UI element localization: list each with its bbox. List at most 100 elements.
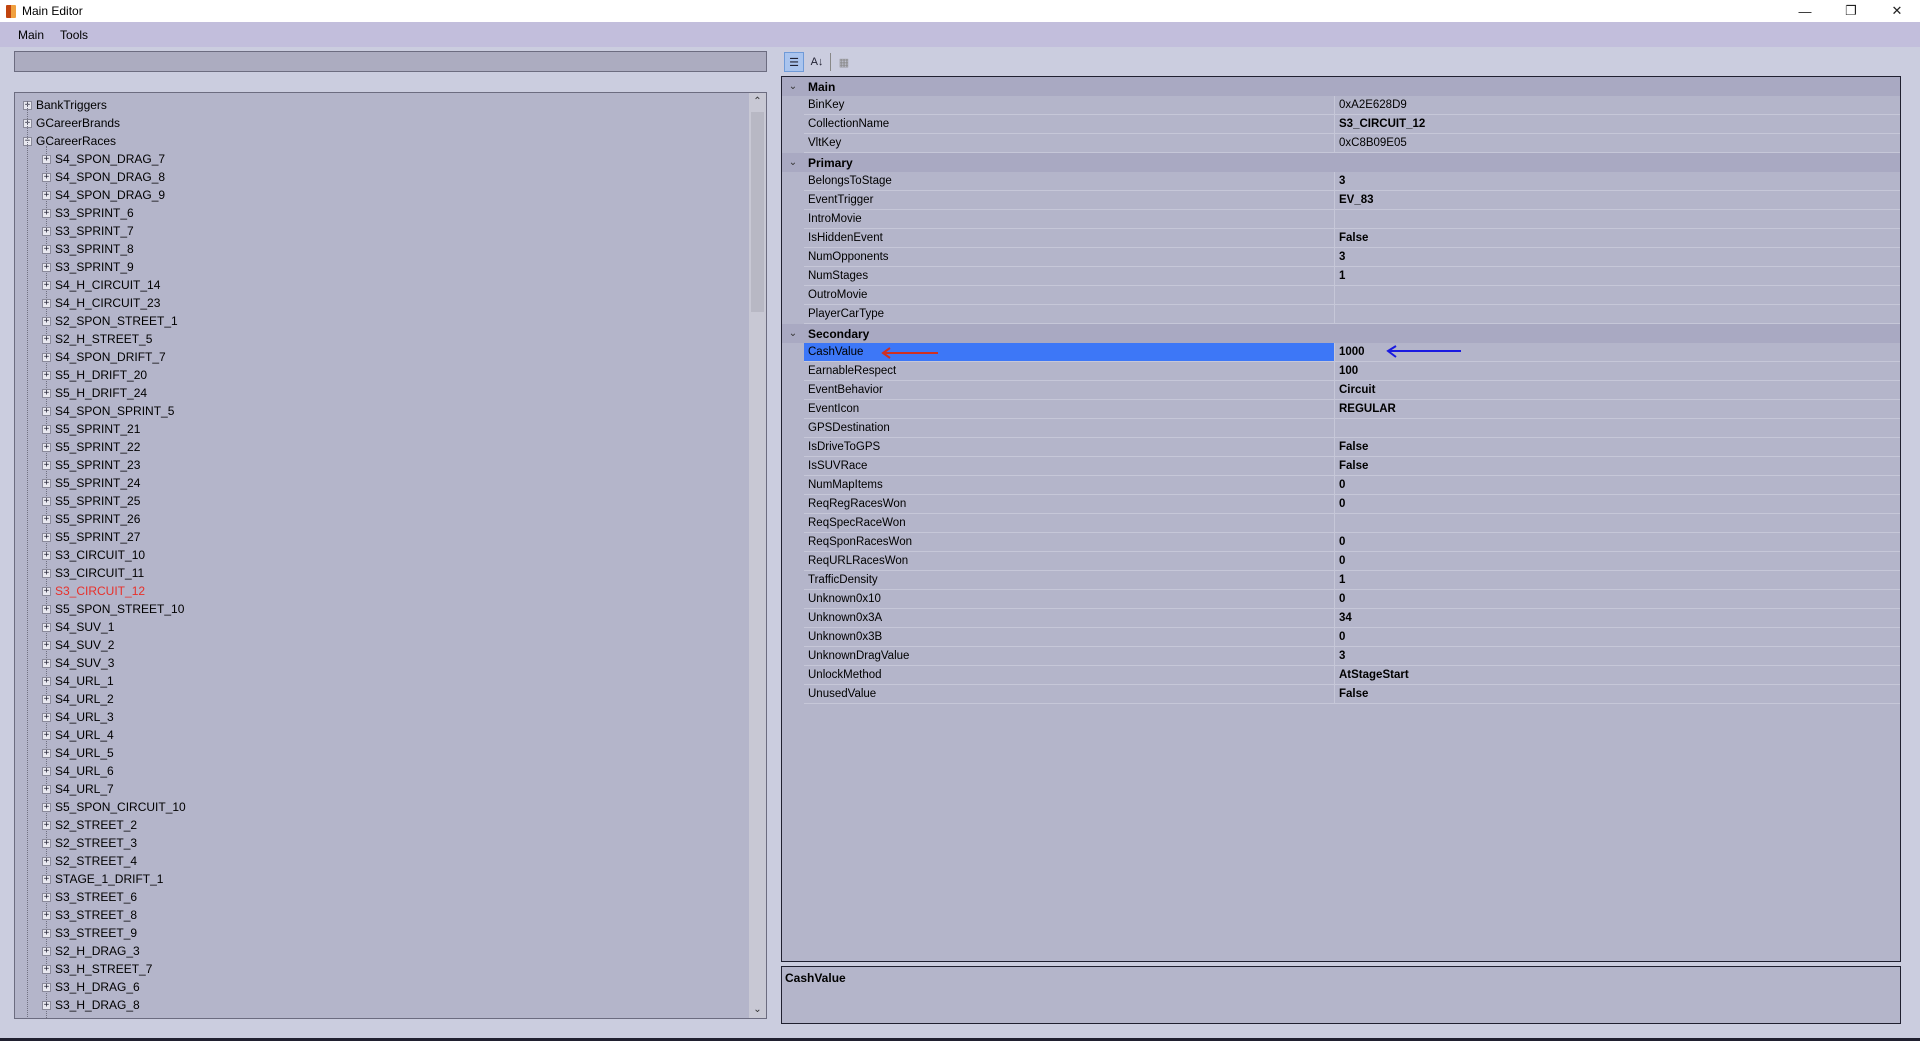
tree-node[interactable]: + S2_STREET_2 — [42, 816, 137, 834]
restore-button[interactable]: ❐ — [1828, 0, 1874, 22]
property-name[interactable]: TrafficDensity — [804, 571, 1334, 590]
tree-node[interactable]: + S4_URL_5 — [42, 744, 114, 762]
expand-icon[interactable]: + — [42, 640, 51, 650]
property-row[interactable]: ReqRegRacesWon 0 — [782, 495, 1900, 514]
close-button[interactable]: ✕ — [1874, 0, 1920, 22]
property-row[interactable]: BelongsToStage 3 — [782, 172, 1900, 191]
property-name[interactable]: Unknown0x3A — [804, 609, 1334, 628]
expand-icon[interactable]: + — [42, 244, 51, 254]
expand-icon[interactable]: + — [42, 892, 51, 902]
property-row[interactable]: Unknown0x3B 0 — [782, 628, 1900, 647]
property-value[interactable]: 0xC8B09E05 — [1334, 134, 1900, 153]
expand-icon[interactable]: + — [42, 478, 51, 488]
tree-node[interactable]: + S3_SPRINT_7 — [42, 222, 134, 240]
property-value[interactable]: 0 — [1334, 590, 1900, 609]
tree-node[interactable]: + S4_H_CIRCUIT_23 — [42, 294, 160, 312]
property-value[interactable]: False — [1334, 457, 1900, 476]
expand-icon[interactable]: + — [42, 388, 51, 398]
tree-node[interactable]: + S3_SPRINT_8 — [42, 240, 134, 258]
expand-icon[interactable]: + — [42, 208, 51, 218]
property-value[interactable]: AtStageStart — [1334, 666, 1900, 685]
category-main[interactable]: ⌄ Main — [782, 77, 1900, 96]
tree-node[interactable]: + S4_SPON_DRIFT_7 — [42, 348, 166, 366]
property-name[interactable]: VltKey — [804, 134, 1334, 153]
expand-icon[interactable]: + — [42, 1000, 51, 1010]
property-name[interactable]: EventIcon — [804, 400, 1334, 419]
property-name[interactable]: EventTrigger — [804, 191, 1334, 210]
collection-tree[interactable]: ⌃ ⌄ + BankTriggers + GCareerBrands − GCareerR… — [14, 92, 767, 1019]
expand-icon[interactable]: + — [42, 1019, 51, 1020]
property-row[interactable]: ReqURLRacesWon 0 — [782, 552, 1900, 571]
property-value[interactable]: S3_CIRCUIT_12 — [1334, 115, 1900, 134]
property-name[interactable]: IsDriveToGPS — [804, 438, 1334, 457]
expand-icon[interactable]: + — [42, 604, 51, 614]
tree-node[interactable]: + S5_SPRINT_26 — [42, 510, 140, 528]
property-row[interactable]: Unknown0x10 0 — [782, 590, 1900, 609]
tree-node[interactable]: + S3_SPRINT_6 — [42, 204, 134, 222]
property-pages-icon[interactable]: ▦ — [834, 52, 854, 72]
sort-az-icon[interactable]: A↓ — [807, 52, 827, 72]
expand-icon[interactable]: + — [42, 496, 51, 506]
property-name[interactable]: ReqRegRacesWon — [804, 495, 1334, 514]
tree-node[interactable]: + S3_STREET_6 — [42, 888, 137, 906]
tree-node[interactable]: + S3_CIRCUIT_11 — [42, 564, 144, 582]
tree-node[interactable]: + S4_SPON_DRAG_7 — [42, 150, 165, 168]
property-name[interactable]: UnknownDragValue — [804, 647, 1334, 666]
expand-icon[interactable]: + — [42, 514, 51, 524]
property-value[interactable]: Circuit — [1334, 381, 1900, 400]
tree-node[interactable]: + STAGE_1_DRIFT_1 — [42, 870, 163, 888]
expand-icon[interactable]: + — [42, 586, 51, 596]
property-row[interactable]: TrafficDensity 1 — [782, 571, 1900, 590]
expand-icon[interactable]: + — [42, 154, 51, 164]
property-name[interactable]: PlayerCarType — [804, 305, 1334, 324]
property-name[interactable]: GPSDestination — [804, 419, 1334, 438]
expand-icon[interactable]: + — [42, 730, 51, 740]
expand-icon[interactable]: + — [42, 784, 51, 794]
property-value[interactable]: 1 — [1334, 571, 1900, 590]
expand-icon[interactable]: + — [42, 262, 51, 272]
property-name[interactable]: IsSUVRace — [804, 457, 1334, 476]
property-row[interactable]: PlayerCarType — [782, 305, 1900, 324]
expand-icon[interactable]: + — [42, 928, 51, 938]
scroll-down-icon[interactable]: ⌄ — [749, 1001, 766, 1018]
property-row[interactable]: EarnableRespect 100 — [782, 362, 1900, 381]
scroll-up-icon[interactable]: ⌃ — [749, 93, 766, 110]
tree-node[interactable]: + S4_STREET_11 — [42, 1014, 143, 1020]
tree-node[interactable]: + S4_SPON_SPRINT_5 — [42, 402, 174, 420]
tree-node[interactable]: + S4_URL_1 — [42, 672, 114, 690]
expand-icon[interactable]: + — [42, 406, 51, 416]
property-value[interactable]: EV_83 — [1334, 191, 1900, 210]
property-name[interactable]: ReqURLRacesWon — [804, 552, 1334, 571]
expand-icon[interactable]: + — [42, 316, 51, 326]
property-value[interactable]: 34 — [1334, 609, 1900, 628]
property-name[interactable]: NumStages — [804, 267, 1334, 286]
expand-icon[interactable]: + — [42, 946, 51, 956]
property-value[interactable]: 3 — [1334, 647, 1900, 666]
expand-icon[interactable]: + — [42, 532, 51, 542]
property-value[interactable]: 0 — [1334, 495, 1900, 514]
property-row[interactable]: NumMapItems 0 — [782, 476, 1900, 495]
property-row[interactable]: OutroMovie — [782, 286, 1900, 305]
property-row[interactable]: UnusedValue False — [782, 685, 1900, 704]
tree-node[interactable]: + S4_URL_3 — [42, 708, 114, 726]
property-name[interactable]: IsHiddenEvent — [804, 229, 1334, 248]
tree-node[interactable]: + S4_URL_6 — [42, 762, 114, 780]
property-name[interactable]: Unknown0x10 — [804, 590, 1334, 609]
property-name[interactable]: BinKey — [804, 96, 1334, 115]
tree-node[interactable]: + S4_SUV_1 — [42, 618, 114, 636]
property-value[interactable]: 0 — [1334, 628, 1900, 647]
expand-icon[interactable]: + — [42, 910, 51, 920]
property-row[interactable]: ReqSpecRaceWon — [782, 514, 1900, 533]
property-value[interactable]: 3 — [1334, 172, 1900, 191]
expand-icon[interactable]: + — [42, 334, 51, 344]
tree-node[interactable]: + S4_SUV_2 — [42, 636, 114, 654]
tree-node[interactable]: + S4_URL_7 — [42, 780, 114, 798]
tree-node[interactable]: + S4_SUV_3 — [42, 654, 114, 672]
chevron-down-icon[interactable]: ⌄ — [782, 157, 804, 168]
property-row[interactable]: EventTrigger EV_83 — [782, 191, 1900, 210]
expand-icon[interactable]: + — [42, 190, 51, 200]
property-row[interactable]: NumStages 1 — [782, 267, 1900, 286]
expand-icon[interactable]: + — [42, 694, 51, 704]
expand-icon[interactable]: + — [42, 280, 51, 290]
tree-node[interactable]: + S4_URL_4 — [42, 726, 114, 744]
